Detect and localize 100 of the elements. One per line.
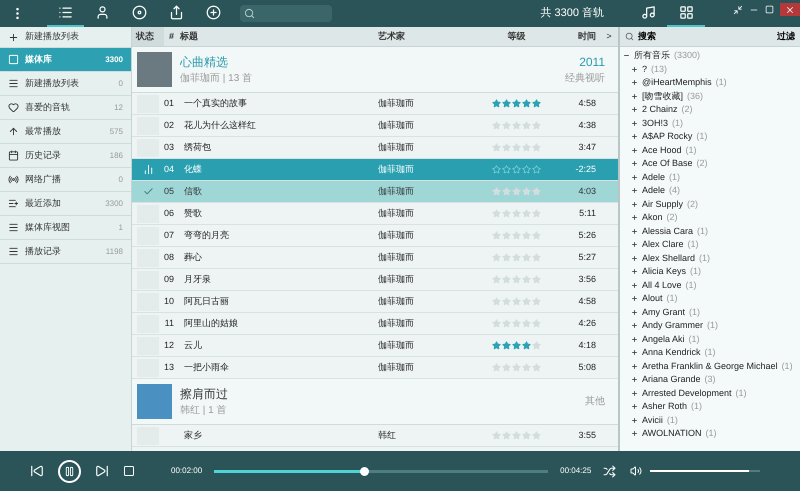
shuffle-icon[interactable] bbox=[603, 464, 616, 478]
tree-item[interactable]: Avicii bbox=[642, 414, 663, 427]
expand-icon[interactable] bbox=[631, 403, 638, 410]
tree-item[interactable]: Alessia Cara bbox=[642, 224, 694, 238]
tree-item[interactable]: All 4 Love bbox=[642, 278, 682, 292]
tree-item[interactable]: Ace Of Base bbox=[642, 157, 693, 170]
expand-icon[interactable] bbox=[631, 376, 638, 384]
tree-item[interactable]: Asher Roth bbox=[642, 400, 688, 414]
expand-icon[interactable] bbox=[631, 322, 638, 330]
expand-icon[interactable] bbox=[631, 308, 638, 316]
star-icon bbox=[502, 253, 511, 262]
expand-icon[interactable] bbox=[631, 254, 638, 262]
tree-item[interactable]: Anna Kendrick bbox=[642, 346, 701, 360]
tree-item[interactable]: Akon bbox=[642, 211, 663, 224]
track-row[interactable]: 10 阿瓦日古丽 伽菲珈而 4:58 bbox=[132, 291, 618, 313]
track-row[interactable]: 05 信歌 伽菲珈而 4:03 bbox=[132, 181, 618, 203]
progress-track[interactable] bbox=[214, 470, 548, 472]
star-icon bbox=[532, 231, 541, 240]
track-row[interactable]: 06 赞歌 伽菲珈而 5:11 bbox=[132, 203, 618, 225]
expand-icon[interactable] bbox=[631, 241, 638, 248]
expand-icon[interactable] bbox=[631, 349, 638, 356]
previous-icon[interactable] bbox=[30, 464, 44, 478]
sidebar-item[interactable]: 播放记录 1198 bbox=[0, 240, 131, 264]
expand-icon[interactable] bbox=[631, 66, 638, 73]
tree-item[interactable]: AWOLNATION bbox=[642, 427, 702, 440]
volume-icon[interactable] bbox=[630, 465, 642, 477]
expand-icon[interactable] bbox=[631, 120, 638, 127]
play-pause-button[interactable] bbox=[58, 460, 81, 482]
sidebar-item[interactable]: 最常播放 575 bbox=[0, 120, 131, 144]
track-row[interactable]: 11 阿里山的姑娘 伽菲珈而 4:26 bbox=[132, 313, 618, 335]
track-row[interactable]: 02 花儿为什么这样红 伽菲珈而 4:38 bbox=[132, 115, 618, 137]
next-icon[interactable] bbox=[95, 464, 109, 478]
tree-item[interactable]: Arrested Development bbox=[642, 386, 732, 400]
expand-icon[interactable] bbox=[631, 106, 638, 114]
tree-item[interactable]: Angela Aki bbox=[642, 332, 685, 346]
sidebar-item[interactable]: 历史记录 186 bbox=[0, 144, 131, 168]
expand-icon[interactable] bbox=[631, 187, 638, 194]
column-heading[interactable]: 时间 bbox=[544, 30, 600, 44]
expand-icon[interactable] bbox=[631, 174, 638, 181]
expand-icon[interactable] bbox=[631, 92, 638, 100]
tree-item[interactable]: Amy Grant bbox=[642, 306, 686, 319]
column-heading[interactable]: 艺术家 bbox=[374, 30, 489, 44]
sidebar-item[interactable]: 最近添加 3300 bbox=[0, 192, 131, 216]
tree-item[interactable]: Andy Grammer bbox=[642, 319, 704, 332]
tree-item[interactable]: Alex Clare bbox=[642, 238, 684, 252]
expand-icon[interactable] bbox=[631, 200, 638, 208]
search-field[interactable] bbox=[240, 5, 332, 22]
expand-icon[interactable] bbox=[631, 430, 638, 438]
expand-icon[interactable] bbox=[631, 282, 638, 289]
column-heading[interactable]: 状态 bbox=[132, 27, 164, 46]
expand-icon[interactable] bbox=[631, 228, 638, 235]
track-row[interactable]: 09 月牙泉 伽菲珈而 3:56 bbox=[132, 269, 618, 291]
expand-icon[interactable] bbox=[631, 268, 638, 276]
tree-item[interactable]: Adele bbox=[642, 184, 666, 198]
tree-item[interactable]: @iHeartMemphis bbox=[642, 76, 712, 90]
expand-icon[interactable] bbox=[631, 214, 638, 222]
sidebar-item[interactable]: 喜爱的音轨 12 bbox=[0, 96, 131, 120]
column-heading[interactable]: 等级 bbox=[489, 30, 544, 44]
expand-icon[interactable] bbox=[631, 146, 638, 154]
expand-icon[interactable] bbox=[631, 390, 638, 397]
filter-button[interactable]: 过滤 bbox=[777, 30, 795, 44]
track-row[interactable]: 07 弯弯的月亮 伽菲珈而 5:26 bbox=[132, 225, 618, 247]
tree-item[interactable]: 所有音乐 bbox=[634, 49, 670, 62]
track-row[interactable]: 08 葬心 伽菲珈而 5:27 bbox=[132, 247, 618, 269]
expand-icon[interactable] bbox=[631, 79, 638, 86]
maximize-icon[interactable] bbox=[765, 5, 774, 14]
sidebar-item[interactable]: 媒体库视图 1 bbox=[0, 216, 131, 240]
progress-handle[interactable] bbox=[360, 466, 370, 476]
search-label[interactable]: 搜索 bbox=[638, 30, 773, 44]
track-row[interactable]: 12 云儿 伽菲珈而 4:18 bbox=[132, 335, 618, 357]
tree-item[interactable]: Aretha Franklin & George Michael bbox=[642, 360, 778, 373]
close-button[interactable] bbox=[780, 3, 800, 16]
expand-icon[interactable] bbox=[631, 295, 638, 302]
tree-item[interactable]: Air Supply bbox=[642, 198, 684, 211]
expand-icon[interactable] bbox=[631, 160, 638, 168]
column-heading[interactable]: 标题 bbox=[180, 30, 374, 44]
tree-item[interactable]: ? bbox=[642, 62, 648, 76]
expand-icon[interactable] bbox=[631, 336, 638, 343]
stop-icon[interactable] bbox=[123, 465, 135, 477]
tree-item[interactable]: Alout bbox=[642, 292, 663, 306]
sidebar-item[interactable]: 新建播放列表 0 bbox=[0, 72, 131, 96]
track-row[interactable]: 家乡 韩红 3:55 bbox=[132, 425, 618, 447]
tree-item[interactable]: Alex Shellard bbox=[642, 252, 696, 265]
tree-item[interactable]: 2 Chainz bbox=[642, 103, 678, 116]
search-icon bbox=[625, 32, 634, 41]
tree-item[interactable]: Ace Hood bbox=[642, 144, 682, 157]
tree-item[interactable]: Alicia Keys bbox=[642, 265, 686, 278]
tree-item[interactable]: [吻雪收藏] bbox=[642, 90, 684, 103]
expand-icon[interactable] bbox=[631, 133, 638, 140]
expand-icon[interactable] bbox=[631, 416, 638, 424]
tree-item[interactable]: Ariana Grande bbox=[642, 373, 701, 386]
column-heading[interactable]: # bbox=[164, 30, 180, 44]
tree-item[interactable]: Adele bbox=[642, 170, 666, 184]
track-row[interactable]: 01 一个真实的故事 伽菲珈而 4:58 bbox=[132, 93, 618, 115]
tree-item[interactable]: 3OH!3 bbox=[642, 116, 668, 130]
expand-icon[interactable] bbox=[631, 362, 638, 370]
sidebar-item[interactable]: 网络广播 0 bbox=[0, 168, 131, 192]
tree-item[interactable]: A$AP Rocky bbox=[642, 130, 692, 144]
column-heading[interactable]: > bbox=[600, 30, 618, 44]
restore-icon[interactable] bbox=[733, 5, 743, 15]
